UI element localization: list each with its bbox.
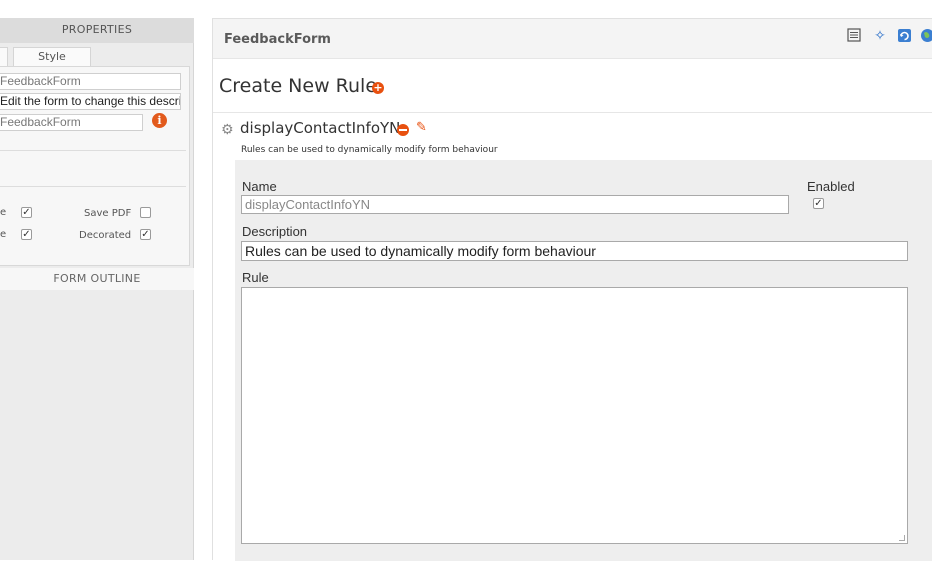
divider bbox=[0, 186, 186, 187]
save-pdf-label: Save PDF bbox=[84, 208, 131, 219]
gear-icon: ⚙ bbox=[221, 123, 234, 137]
refresh-icon[interactable] bbox=[896, 28, 912, 44]
tab-general[interactable] bbox=[0, 47, 8, 67]
list-icon[interactable] bbox=[846, 28, 862, 44]
tab-style[interactable]: Style bbox=[13, 47, 91, 67]
enabled-checkbox[interactable]: ✓ bbox=[813, 198, 824, 209]
name-label: Name bbox=[242, 179, 277, 194]
option-checkbox[interactable]: ✓ bbox=[21, 207, 32, 218]
properties-panel: PROPERTIES Style FeedbackForm Edit the f… bbox=[0, 18, 194, 560]
run-icon[interactable]: ✧ bbox=[872, 28, 888, 44]
form-outline-header[interactable]: FORM OUTLINE bbox=[0, 268, 194, 290]
decorated-label: Decorated bbox=[79, 230, 131, 241]
form-description-field[interactable]: Edit the form to change this descri bbox=[0, 93, 181, 110]
enabled-label: Enabled bbox=[807, 179, 855, 194]
form-name-field[interactable]: FeedbackForm bbox=[0, 73, 181, 90]
decorated-checkbox[interactable]: ✓ bbox=[140, 229, 151, 240]
rule-form: Name Enabled displayContactInfoYN ✓ Desc… bbox=[235, 160, 932, 561]
pencil-icon[interactable]: ✎ bbox=[416, 121, 427, 135]
description-label: Description bbox=[242, 224, 307, 239]
rule-editor-panel: FeedbackForm ✧ Create New Rule + ⚙ displ… bbox=[212, 18, 932, 560]
form-title-field[interactable]: FeedbackForm bbox=[0, 114, 143, 131]
properties-header: PROPERTIES bbox=[0, 18, 194, 43]
option-label: e bbox=[0, 229, 6, 240]
rule-name-input[interactable]: displayContactInfoYN bbox=[241, 195, 789, 214]
rule-textarea[interactable] bbox=[241, 287, 908, 544]
info-icon[interactable]: i bbox=[152, 113, 167, 128]
option-checkbox[interactable]: ✓ bbox=[21, 229, 32, 240]
add-circle-icon[interactable]: + bbox=[372, 82, 384, 94]
globe-icon[interactable] bbox=[919, 28, 932, 44]
form-title: FeedbackForm bbox=[224, 32, 331, 47]
resize-grip-icon[interactable] bbox=[899, 535, 905, 541]
divider bbox=[213, 112, 932, 113]
divider bbox=[0, 150, 186, 151]
rule-description-input[interactable]: Rules can be used to dynamically modify … bbox=[241, 241, 908, 261]
page-heading: Create New Rule bbox=[219, 75, 377, 97]
rule-title: displayContactInfoYN bbox=[240, 119, 400, 137]
save-pdf-checkbox[interactable] bbox=[140, 207, 151, 218]
remove-circle-icon[interactable] bbox=[397, 124, 409, 136]
rule-summary: Rules can be used to dynamically modify … bbox=[241, 145, 498, 155]
rule-label: Rule bbox=[242, 270, 269, 285]
editor-header: FeedbackForm ✧ bbox=[213, 19, 932, 59]
option-label: e bbox=[0, 207, 6, 218]
